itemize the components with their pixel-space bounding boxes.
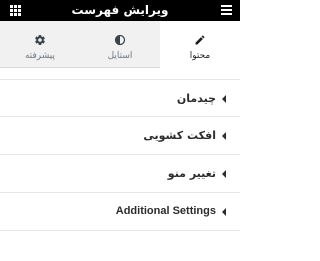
section-layout[interactable]: چیدمان [0,79,240,117]
caret-left-icon [222,208,226,216]
editor-panel: ویرایش فهرست پیشرفته استایل محتوا چیدمان… [0,0,240,261]
caret-left-icon [222,132,226,140]
tab-label: پیشرفته [24,51,56,61]
tab-style[interactable]: استایل [80,21,160,68]
section-menu-toggle[interactable]: تغییر منو [0,155,240,193]
section-list: چیدمان افکت کشویی تغییر منو Additional S… [0,79,240,231]
tab-content[interactable]: محتوا [160,21,240,68]
gear-icon [34,34,46,46]
caret-left-icon [222,95,226,103]
caret-left-icon [222,170,226,178]
section-additional-settings[interactable]: Additional Settings [0,193,240,231]
pencil-icon [194,34,206,46]
section-label: Additional Settings [115,205,216,217]
section-label: افکت کشویی [143,129,216,142]
tab-advanced[interactable]: پیشرفته [0,21,80,68]
tab-label: محتوا [189,51,211,61]
section-slide-effect[interactable]: افکت کشویی [0,117,240,155]
section-label: چیدمان [176,92,216,105]
section-label: تغییر منو [167,167,216,180]
hamburger-icon[interactable] [221,5,232,15]
tab-label: استایل [107,51,133,61]
panel-title: ویرایش فهرست [71,3,169,17]
panel-header: ویرایش فهرست [0,0,240,21]
panel-tabs: پیشرفته استایل محتوا [0,21,240,68]
grid-icon[interactable] [10,5,21,16]
contrast-icon [114,34,126,46]
